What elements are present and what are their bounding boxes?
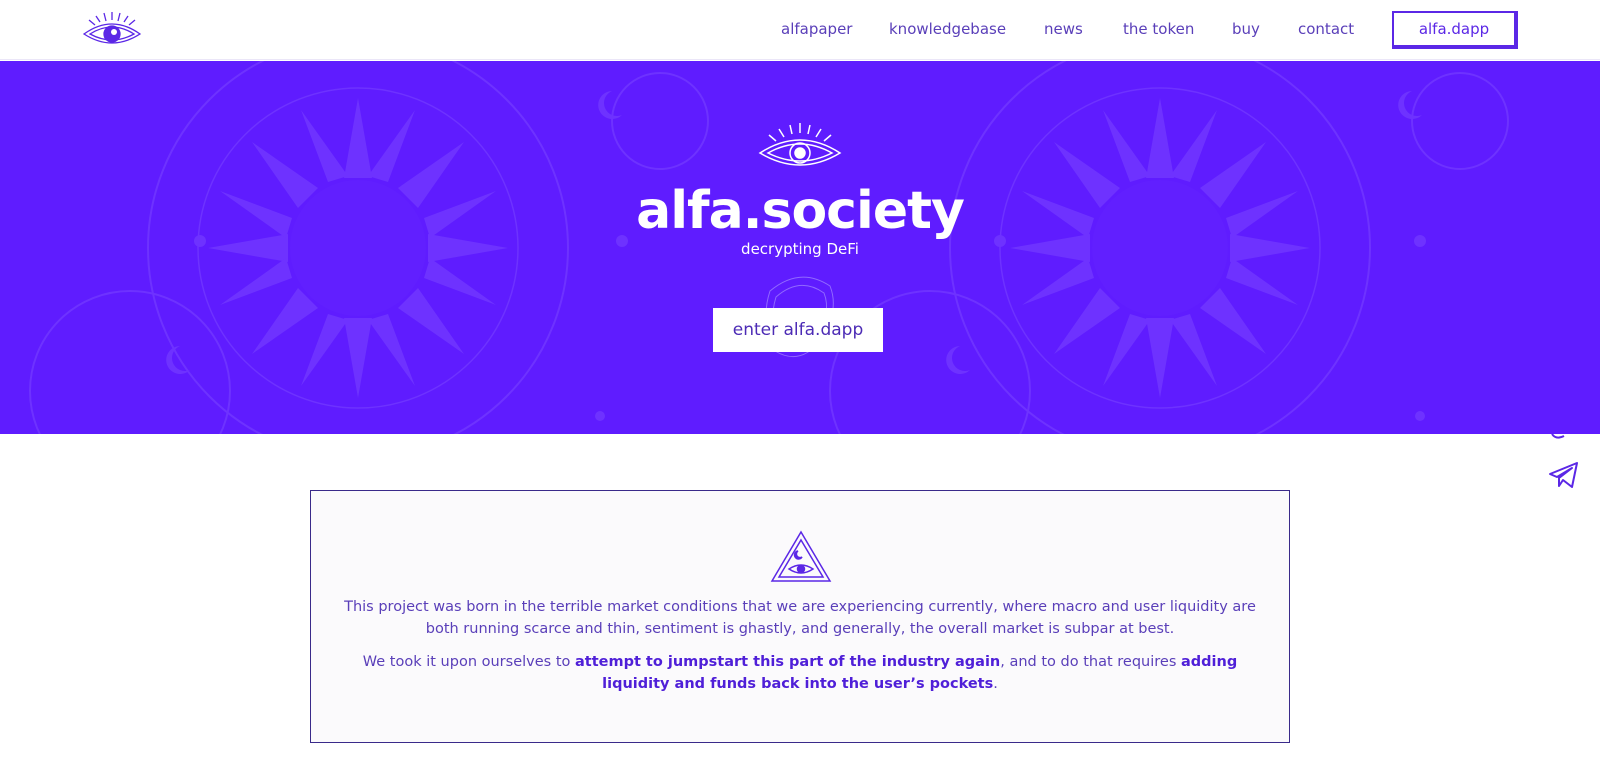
nav-the-token[interactable]: the token	[1123, 20, 1194, 38]
intro-p2-text-e: .	[993, 676, 998, 692]
intro-p2-highlight-1: attempt to jumpstart this part of the in…	[574, 654, 1001, 670]
link-icon[interactable]	[1548, 420, 1572, 442]
nav-news[interactable]: news	[1044, 20, 1083, 38]
nav-buy[interactable]: buy	[1232, 20, 1260, 38]
hero-title: alfa.society	[636, 181, 965, 241]
intro-p2-text-a: We took it upon ourselves to	[362, 654, 575, 670]
intro-paragraph-1: This project was born in the terrible ma…	[344, 599, 1256, 637]
enter-dapp-button[interactable]: enter alfa.dapp	[713, 308, 883, 352]
intro-card: This project was born in the terrible ma…	[310, 490, 1290, 743]
hero-banner: alfa.society decrypting DeFi enter alfa.…	[0, 61, 1600, 434]
nav-knowledgebase[interactable]: knowledgebase	[889, 20, 1006, 38]
hero-subtitle: decrypting DeFi	[741, 240, 859, 258]
intro-p2-text-c: , and to do that requires	[1000, 654, 1181, 670]
eye-emblem-icon	[758, 123, 842, 166]
nav-contact[interactable]: contact	[1298, 20, 1354, 38]
telegram-icon[interactable]	[1548, 461, 1580, 489]
intro-paragraph-2: We took it upon ourselves to attempt to …	[341, 651, 1259, 695]
nav-alfapaper[interactable]: alfapaper	[781, 20, 852, 38]
site-header: alfapaper knowledgebase news the token b…	[0, 0, 1600, 60]
pyramid-eye-icon	[770, 530, 832, 582]
alfa-dapp-button[interactable]: alfa.dapp	[1392, 11, 1518, 49]
eye-logo-icon[interactable]	[80, 10, 144, 52]
